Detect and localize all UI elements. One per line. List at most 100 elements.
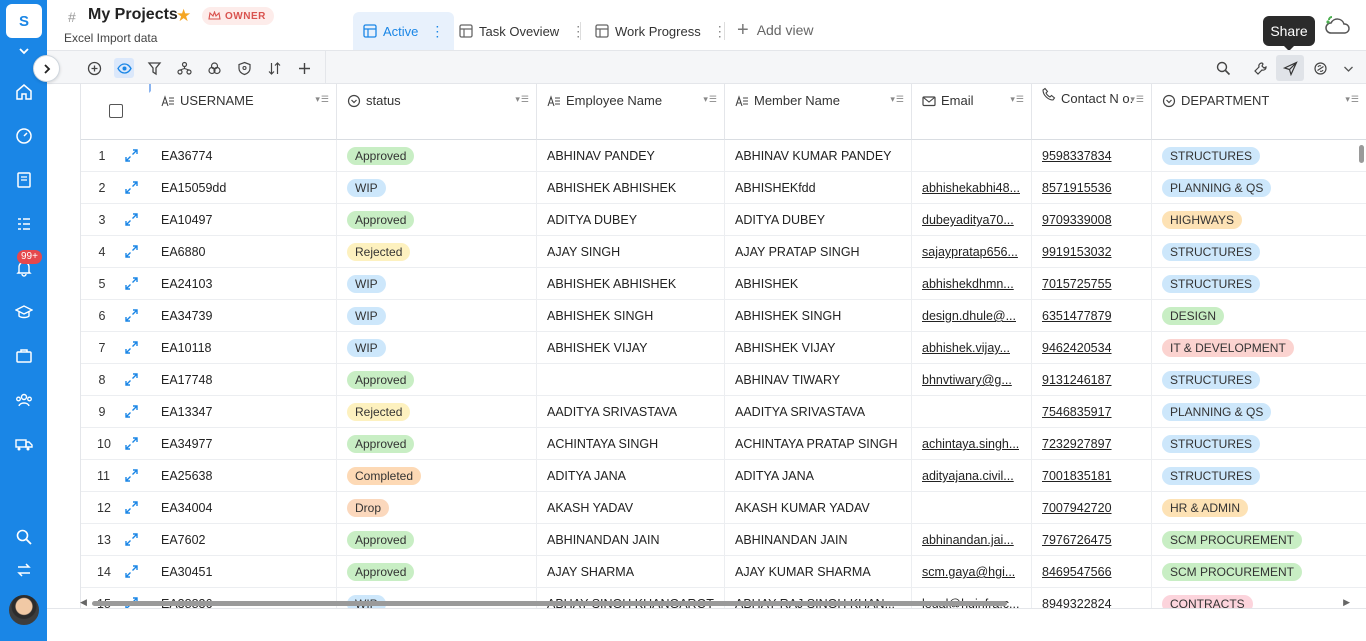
table-row[interactable]: 1 EA36774 Approved ABHINAV PANDEY ABHINAV KU… (81, 140, 1366, 172)
contact-cell[interactable]: 7232927897 (1032, 428, 1152, 460)
email-cell[interactable] (912, 492, 1032, 524)
username-cell[interactable]: EA34977 (151, 428, 337, 460)
tools-icon[interactable] (1250, 58, 1270, 78)
contact-cell[interactable]: 9598337834 (1032, 140, 1152, 172)
list-icon[interactable] (14, 214, 34, 234)
department-cell[interactable]: DESIGN (1152, 300, 1366, 332)
table-row[interactable]: 12 EA34004 Drop AKASH YADAV AKASH KUMAR YADA… (81, 492, 1366, 524)
expand-sidebar-button[interactable] (33, 55, 60, 82)
status-cell[interactable]: Rejected (337, 396, 537, 428)
expand-record-icon[interactable] (124, 564, 139, 579)
expand-record-icon[interactable] (124, 244, 139, 259)
member-cell[interactable]: ABHINAV KUMAR PANDEY (725, 140, 912, 172)
table-row[interactable]: 11 EA25638 Completed ADITYA JANA ADITYA JANA… (81, 460, 1366, 492)
member-cell[interactable]: ABHISHEK (725, 268, 912, 300)
table-row[interactable]: 3 EA10497 Approved ADITYA DUBEY ADITYA DUBEY… (81, 204, 1366, 236)
column-menu-icon[interactable]: ▾☰ (1345, 94, 1360, 105)
username-cell[interactable]: EA36774 (151, 140, 337, 172)
scroll-right-icon[interactable]: ▶ (1343, 597, 1350, 608)
sort-icon[interactable] (264, 58, 284, 78)
member-cell[interactable]: ABHISHEKfdd (725, 172, 912, 204)
status-cell[interactable]: Approved (337, 364, 537, 396)
contact-cell[interactable]: 7976726475 (1032, 524, 1152, 556)
vertical-scrollbar[interactable] (1359, 145, 1364, 163)
book-icon[interactable] (14, 170, 34, 190)
employee-cell[interactable]: AJAY SHARMA (537, 556, 725, 588)
member-cell[interactable]: ADITYA JANA (725, 460, 912, 492)
expand-record-icon[interactable] (124, 276, 139, 291)
expand-record-icon[interactable] (124, 212, 139, 227)
contact-cell[interactable]: 7546835917 (1032, 396, 1152, 428)
team-icon[interactable] (14, 390, 34, 410)
integration-icon[interactable] (1310, 58, 1330, 78)
status-cell[interactable]: Approved (337, 524, 537, 556)
status-cell[interactable]: Approved (337, 140, 537, 172)
tab-menu-icon[interactable]: ⋮ (430, 23, 444, 40)
department-cell[interactable]: HR & ADMIN (1152, 492, 1366, 524)
username-cell[interactable]: EA25638 (151, 460, 337, 492)
email-cell[interactable]: abhinandan.jai... (912, 524, 1032, 556)
table-row[interactable]: 2 EA15059dd WIP ABHISHEK ABHISHEK ABHISHEKfd… (81, 172, 1366, 204)
expand-record-icon[interactable] (124, 340, 139, 355)
scroll-thumb[interactable] (92, 601, 1007, 606)
employee-cell[interactable] (537, 364, 725, 396)
dashboard-icon[interactable] (14, 126, 34, 146)
contact-cell[interactable]: 8571915536 (1032, 172, 1152, 204)
cloud-sync-icon[interactable] (1323, 14, 1353, 38)
column-menu-icon[interactable]: ▾☰ (890, 94, 905, 105)
expand-record-icon[interactable] (124, 436, 139, 451)
username-cell[interactable]: EA7602 (151, 524, 337, 556)
username-cell[interactable]: EA30451 (151, 556, 337, 588)
member-cell[interactable]: ACHINTAYA PRATAP SINGH (725, 428, 912, 460)
column-menu-icon[interactable]: ▾☰ (1010, 94, 1025, 105)
table-row[interactable]: 4 EA6880 Rejected AJAY SINGH AJAY PRATAP SIN… (81, 236, 1366, 268)
department-cell[interactable]: STRUCTURES (1152, 236, 1366, 268)
username-cell[interactable]: EA17748 (151, 364, 337, 396)
email-cell[interactable]: sajaypratap656... (912, 236, 1032, 268)
email-cell[interactable]: scm.gaya@hgi... (912, 556, 1032, 588)
group-icon[interactable] (174, 58, 194, 78)
add-view-button[interactable]: + Add view (737, 20, 814, 40)
chevron-down-icon[interactable] (17, 44, 31, 58)
department-cell[interactable]: HIGHWAYS (1152, 204, 1366, 236)
search-icon[interactable] (14, 527, 34, 547)
column-menu-icon[interactable]: ▾☰ (515, 94, 530, 105)
page-title[interactable]: My Projects (88, 6, 178, 24)
table-row[interactable]: 8 EA17748 Approved ABHINAV TIWARY bhnvtiwary… (81, 364, 1366, 396)
table-row[interactable]: 5 EA24103 WIP ABHISHEK ABHISHEK ABHISHEK abhi… (81, 268, 1366, 300)
status-cell[interactable]: WIP (337, 332, 537, 364)
status-cell[interactable]: Rejected (337, 236, 537, 268)
member-cell[interactable]: ADITYA DUBEY (725, 204, 912, 236)
table-row[interactable]: 10 EA34977 Approved ACHINTAYA SINGH ACHINTAY… (81, 428, 1366, 460)
briefcase-icon[interactable] (14, 346, 34, 366)
column-header[interactable]: Employee Name ▾☰ (537, 84, 725, 140)
department-cell[interactable]: STRUCTURES (1152, 364, 1366, 396)
column-header[interactable]: DEPARTMENT ▾☰ (1152, 84, 1366, 140)
expand-record-icon[interactable] (124, 500, 139, 515)
username-cell[interactable]: EA6880 (151, 236, 337, 268)
username-cell[interactable]: EA24103 (151, 268, 337, 300)
expand-record-icon[interactable] (124, 308, 139, 323)
column-menu-icon[interactable]: ▾☰ (703, 94, 718, 105)
table-row[interactable]: 14 EA30451 Approved AJAY SHARMA AJAY KUMAR S… (81, 556, 1366, 588)
email-cell[interactable] (912, 396, 1032, 428)
add-record-icon[interactable] (84, 58, 104, 78)
home-icon[interactable] (14, 82, 34, 102)
star-icon[interactable]: ★ (176, 6, 191, 26)
member-cell[interactable]: AJAY KUMAR SHARMA (725, 556, 912, 588)
contact-cell[interactable]: 8469547566 (1032, 556, 1152, 588)
employee-cell[interactable]: ADITYA DUBEY (537, 204, 725, 236)
status-cell[interactable]: Approved (337, 428, 537, 460)
tab-active[interactable]: Active ⋮ (353, 12, 455, 50)
select-all-checkbox[interactable] (109, 104, 123, 118)
expand-record-icon[interactable] (124, 148, 139, 163)
tab-work-progress[interactable]: Work Progress ⋮ (585, 12, 737, 50)
add-icon[interactable] (294, 58, 314, 78)
color-palette-icon[interactable] (204, 58, 224, 78)
column-header[interactable]: Member Name ▾☰ (725, 84, 912, 140)
status-cell[interactable]: WIP (337, 268, 537, 300)
expand-record-icon[interactable] (124, 180, 139, 195)
email-cell[interactable] (912, 140, 1032, 172)
employee-cell[interactable]: ACHINTAYA SINGH (537, 428, 725, 460)
truck-icon[interactable] (14, 434, 34, 454)
